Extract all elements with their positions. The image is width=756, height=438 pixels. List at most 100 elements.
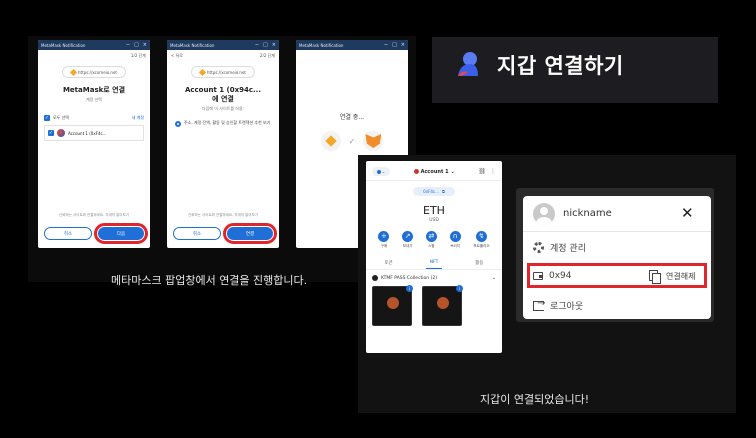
- swap-icon: ⇄: [425, 231, 437, 242]
- action-label: 보내기: [402, 244, 413, 248]
- nickname: nickname: [563, 208, 612, 219]
- network-icon: [376, 169, 381, 174]
- wallet-tabs: 토큰 NFT 활동: [366, 257, 502, 270]
- popup-buttons: 취소 연결: [173, 223, 277, 244]
- next-button[interactable]: 다음: [94, 223, 148, 244]
- balance-currency: USD: [429, 218, 439, 223]
- account-name: Account 1: [420, 168, 449, 175]
- tab-activity[interactable]: 활동: [471, 257, 487, 269]
- popup-titlebar: MetaMask Notification − □ ×: [38, 40, 150, 50]
- collection-name: KTMF PASS Collection (2): [381, 275, 437, 281]
- kebab-menu-icon[interactable]: ⋮: [490, 168, 496, 175]
- logout-icon: [533, 298, 545, 311]
- tab-tokens[interactable]: 토큰: [380, 257, 396, 269]
- cancel-button[interactable]: 취소: [44, 227, 92, 240]
- bridge-action[interactable]: ∩ 브리지: [449, 231, 461, 249]
- connect-button[interactable]: 연결: [223, 223, 277, 244]
- maximize-icon[interactable]: □: [263, 42, 268, 48]
- nft-item[interactable]: i: [422, 285, 463, 326]
- settings-label: 계정 관리: [550, 244, 586, 254]
- connected-sites-icon[interactable]: ⛓: [478, 168, 486, 175]
- network-selector[interactable]: ⌄: [372, 167, 390, 176]
- copy-icon[interactable]: [649, 270, 661, 284]
- action-label: 스왑: [428, 244, 435, 248]
- close-icon[interactable]: ×: [401, 42, 405, 48]
- right-caption: 지갑이 연결되었습니다!: [480, 393, 590, 406]
- checkmark-icon: ✓: [348, 136, 356, 146]
- nft-collection-header[interactable]: KTMF PASS Collection (2) ⌄: [366, 270, 502, 284]
- tab-nft[interactable]: NFT: [425, 257, 443, 269]
- close-icon[interactable]: ×: [272, 42, 276, 48]
- nft-item[interactable]: i: [372, 285, 413, 326]
- address-text: 0xF4c...: [423, 189, 439, 194]
- plus-icon: +: [378, 231, 390, 242]
- nft-grid: i i: [366, 284, 502, 328]
- minimize-icon[interactable]: −: [255, 42, 259, 48]
- gear-icon: [533, 242, 544, 253]
- popup-buttons: 취소 다음: [44, 223, 148, 244]
- copy-icon: ⧉: [441, 189, 445, 194]
- metamask-fox-icon: [363, 131, 384, 151]
- collection-icon: [372, 275, 378, 281]
- wallet-actions: + 구매 ↗ 보내기 ⇄ 스왑 ∩ 브리지 ↯ 포트폴리오: [372, 231, 496, 249]
- trust-footnote: 신뢰하는 사이트와 연결하세요. 자세히 알아보기: [59, 213, 129, 217]
- step-label: 1/2 단계: [130, 53, 146, 58]
- back-link[interactable]: < 뒤로: [171, 53, 183, 59]
- cancel-button[interactable]: 취소: [173, 227, 221, 240]
- avatar: [533, 203, 555, 225]
- address-chip[interactable]: 0xF4c... ⧉: [413, 187, 455, 196]
- close-icon[interactable]: ✕: [681, 204, 694, 222]
- popup-titlebar: MetaMask Notification − □ ×: [167, 40, 279, 50]
- select-all-label: 모두 선택: [53, 115, 69, 120]
- portfolio-action[interactable]: ↯ 포트폴리오: [473, 231, 490, 249]
- account-selector[interactable]: Account 1 ⌄: [413, 168, 455, 175]
- send-action[interactable]: ↗ 보내기: [402, 231, 414, 249]
- site-url-chip: https://xcomeio.net: [62, 66, 126, 78]
- account-avatar: [57, 129, 65, 137]
- connecting-text: 연결 중...: [339, 114, 365, 121]
- disconnect-label: 연결해제: [666, 271, 696, 281]
- metamask-popup-select-account: MetaMask Notification − □ × 1/2 단계 https…: [38, 40, 150, 248]
- permission-radio-icon: [175, 121, 181, 127]
- logout-item[interactable]: 로그아웃: [533, 298, 584, 312]
- action-label: 브리지: [450, 244, 460, 248]
- new-account-link[interactable]: 새 계정: [132, 115, 144, 121]
- close-icon[interactable]: ×: [143, 42, 147, 48]
- popup-subtitle: 계정 선택: [86, 97, 102, 102]
- account-checkbox[interactable]: ✓: [48, 130, 54, 136]
- nft-badge-icon: i: [406, 285, 413, 292]
- wallet-header: ⌄ Account 1 ⌄ ⛓ ⋮: [366, 161, 502, 181]
- logout-label: 로그아웃: [550, 302, 584, 312]
- site-url: https://xcomeio.net: [78, 69, 117, 75]
- chevron-down-icon: ⌄: [450, 168, 455, 175]
- minimize-icon[interactable]: −: [126, 42, 130, 48]
- account-option[interactable]: ✓ Account 1 (0xF4c...: [44, 125, 144, 141]
- maximize-icon[interactable]: □: [134, 42, 139, 48]
- account-settings-item[interactable]: 계정 관리: [533, 241, 586, 254]
- minimize-icon[interactable]: −: [384, 42, 388, 48]
- site-logo-icon: [320, 131, 341, 151]
- account-name: Account 1 (0xF4c...: [68, 130, 107, 136]
- account-avatar: [413, 169, 419, 174]
- swap-action[interactable]: ⇄ 스왑: [425, 231, 437, 249]
- select-all-checkbox[interactable]: ✓: [44, 115, 50, 121]
- step-label: 2/2 단계: [259, 53, 275, 58]
- chevron-down-icon: ⌄: [381, 169, 386, 174]
- trust-footnote: 신뢰하는 사이트와 연결하세요. 자세히 알아보기: [188, 213, 258, 217]
- disconnect-button[interactable]: 연결해제: [649, 270, 696, 284]
- maximize-icon[interactable]: □: [392, 42, 397, 48]
- buy-action[interactable]: + 구매: [378, 231, 390, 249]
- popup-title-line1: Account 1 (0x94c...: [184, 86, 262, 94]
- permission-text: 주소, 계정 잔액, 활동 및 승인할 트랜잭션 추천 보기: [184, 120, 271, 125]
- select-all-row: ✓ 모두 선택 새 계정: [38, 115, 150, 121]
- account-menu-header: nickname ✕: [523, 196, 711, 232]
- chevron-down-icon: ⌄: [491, 275, 496, 281]
- popup-title: MetaMask로 연결: [62, 86, 126, 94]
- window-title: MetaMask Notification: [41, 42, 86, 48]
- page-title: 지갑 연결하기: [497, 54, 624, 78]
- permission-item: 주소, 계정 잔액, 활동 및 승인할 트랜잭션 추천 보기: [175, 120, 271, 127]
- popup-header: 1/2 단계: [38, 50, 150, 62]
- bridge-icon: ∩: [449, 231, 461, 242]
- wallet-icon: [533, 272, 543, 280]
- site-favicon-icon: [198, 68, 207, 76]
